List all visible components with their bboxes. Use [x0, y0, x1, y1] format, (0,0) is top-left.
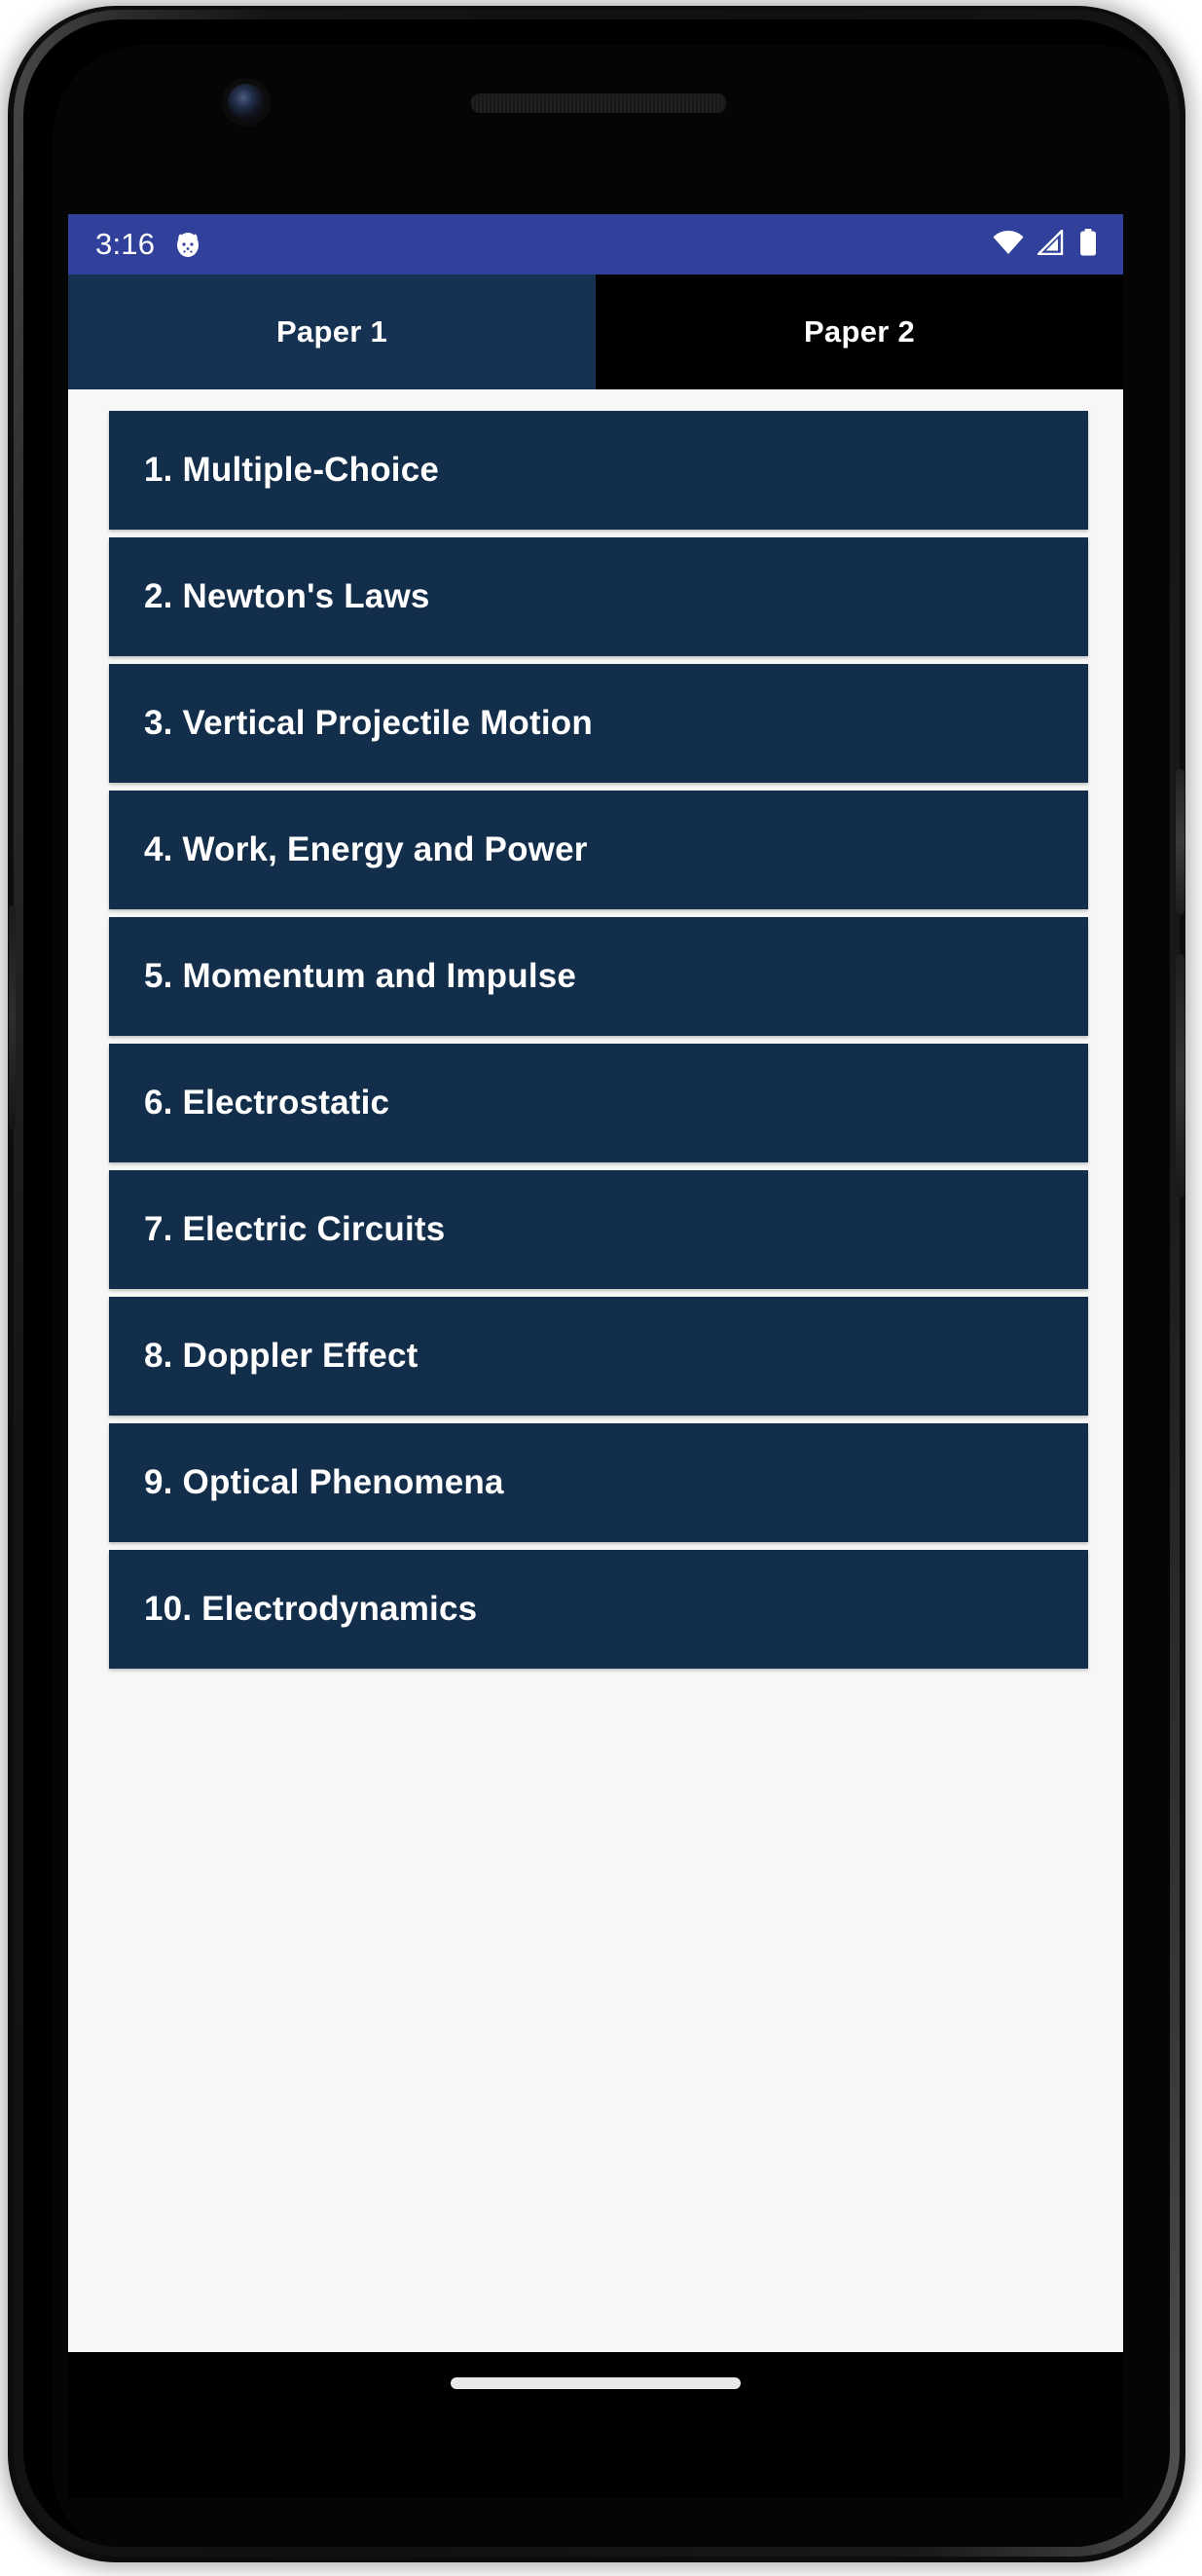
- list-item-label: 2. Newton's Laws: [144, 577, 430, 615]
- list-item-label: 9. Optical Phenomena: [144, 1463, 504, 1501]
- left-side-button[interactable]: [9, 905, 16, 1129]
- list-item-label: 6. Electrostatic: [144, 1084, 390, 1122]
- list-item-label: 5. Momentum and Impulse: [144, 957, 577, 995]
- home-gesture-pill[interactable]: [451, 2377, 741, 2389]
- wifi-icon: [993, 230, 1024, 260]
- list-item[interactable]: 5. Momentum and Impulse: [109, 917, 1088, 1036]
- notification-app-icon: [174, 230, 201, 259]
- cellular-signal-icon: [1036, 227, 1065, 260]
- tab-paper-2[interactable]: Paper 2: [596, 275, 1123, 389]
- tab-bar: Paper 1 Paper 2: [68, 275, 1123, 389]
- list-item-label: 4. Work, Energy and Power: [144, 830, 588, 868]
- device-screen: 3:16 Paper 1 Paper 2 1. Multiple-Choice …: [68, 214, 1123, 2352]
- list-item-label: 3. Vertical Projectile Motion: [144, 704, 593, 742]
- list-item-label: 7. Electric Circuits: [144, 1210, 446, 1248]
- screenshot-stage: 3:16 Paper 1 Paper 2 1. Multiple-Choice …: [0, 0, 1202, 2576]
- list-item[interactable]: 4. Work, Energy and Power: [109, 791, 1088, 909]
- list-item[interactable]: 2. Newton's Laws: [109, 537, 1088, 656]
- list-item[interactable]: 3. Vertical Projectile Motion: [109, 664, 1088, 783]
- list-item-label: 10. Electrodynamics: [144, 1590, 478, 1628]
- list-item-label: 8. Doppler Effect: [144, 1337, 419, 1375]
- content-area: 1. Multiple-Choice 2. Newton's Laws 3. V…: [68, 389, 1123, 2352]
- list-item[interactable]: 9. Optical Phenomena: [109, 1423, 1088, 1542]
- battery-icon: [1078, 228, 1098, 261]
- front-camera-icon: [228, 84, 265, 121]
- list-item-label: 1. Multiple-Choice: [144, 451, 440, 489]
- power-button[interactable]: [1176, 769, 1184, 915]
- list-item[interactable]: 8. Doppler Effect: [109, 1297, 1088, 1416]
- tab-paper-2-label: Paper 2: [803, 314, 916, 349]
- status-bar-right: [993, 227, 1098, 261]
- list-item[interactable]: 7. Electric Circuits: [109, 1170, 1088, 1289]
- list-item[interactable]: 10. Electrodynamics: [109, 1550, 1088, 1669]
- list-item[interactable]: 1. Multiple-Choice: [109, 411, 1088, 530]
- tab-paper-1-label: Paper 1: [275, 314, 388, 349]
- topic-list: 1. Multiple-Choice 2. Newton's Laws 3. V…: [109, 411, 1088, 1669]
- list-item[interactable]: 6. Electrostatic: [109, 1044, 1088, 1162]
- status-bar: 3:16: [68, 214, 1123, 275]
- status-bar-left: 3:16: [95, 227, 201, 262]
- tab-paper-1[interactable]: Paper 1: [68, 275, 596, 389]
- earpiece-speaker-icon: [471, 93, 726, 113]
- volume-button[interactable]: [1176, 954, 1184, 1197]
- navigation-bar: [68, 2352, 1123, 2498]
- status-bar-clock: 3:16: [95, 227, 156, 261]
